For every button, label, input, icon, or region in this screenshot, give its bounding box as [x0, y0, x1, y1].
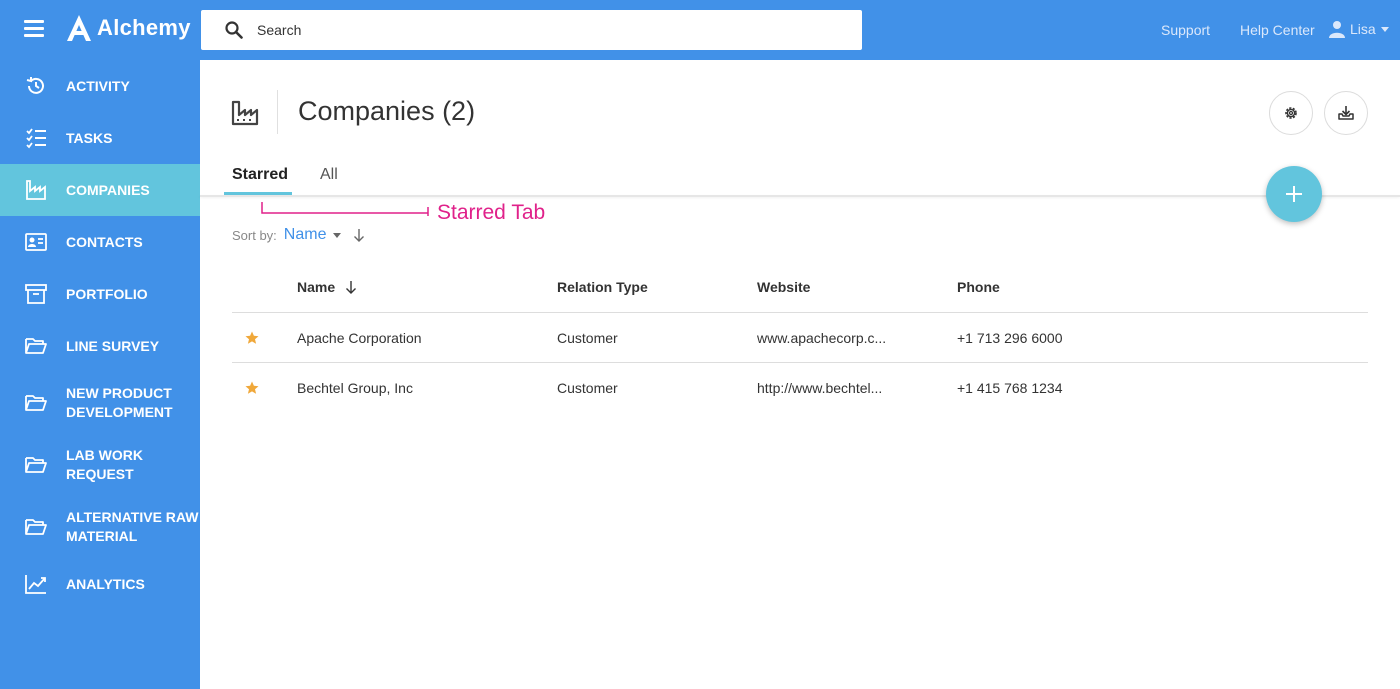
main-content: Companies (2) Starred All Starred Tab So… — [200, 60, 1400, 689]
header-divider — [277, 90, 278, 134]
tab-all[interactable]: All — [320, 166, 338, 184]
user-icon — [1329, 21, 1345, 38]
line-chart-icon — [25, 575, 46, 594]
sort-arrow-down-icon[interactable] — [344, 280, 358, 294]
alchemy-logo-icon — [67, 15, 91, 41]
sidebar-item-label: TASKS — [66, 130, 113, 146]
checklist-icon — [26, 128, 46, 149]
search-bar[interactable] — [201, 10, 862, 50]
contact-card-icon — [25, 233, 47, 251]
folder-open-icon — [25, 457, 47, 473]
download-icon — [1338, 106, 1354, 120]
website[interactable]: www.apachecorp.c... — [757, 330, 886, 346]
gear-icon — [1285, 107, 1297, 119]
sidebar: ACTIVITY TASKS COMPANIES CONTACTS PORTFO… — [0, 60, 200, 689]
sort-direction-arrow-icon[interactable] — [352, 228, 366, 242]
sidebar-item-label: LINE SURVEY — [66, 338, 160, 354]
sidebar-item-lab-work-request[interactable]: LAB WORK REQUEST — [0, 434, 200, 496]
chevron-down-icon — [1380, 26, 1389, 32]
factory-icon — [231, 100, 259, 126]
sidebar-item-label: ANALYTICS — [66, 576, 145, 592]
website[interactable]: http://www.bechtel... — [757, 380, 882, 396]
sidebar-item-label: LAB WORK REQUEST — [66, 447, 143, 482]
annotation-bracket — [261, 202, 429, 216]
settings-button[interactable] — [1269, 91, 1313, 135]
sidebar-item-label: NEW PRODUCT DEVELOPMENT — [66, 385, 173, 420]
relation-type: Customer — [557, 380, 618, 396]
help-center-link[interactable]: Help Center — [1240, 22, 1315, 38]
star-icon[interactable] — [245, 381, 259, 395]
table-row[interactable]: Apache Corporation Customer www.apacheco… — [232, 313, 1368, 362]
column-header-website[interactable]: Website — [757, 279, 810, 295]
tab-starred[interactable]: Starred — [232, 166, 288, 184]
phone: +1 415 768 1234 — [957, 380, 1063, 396]
company-name[interactable]: Apache Corporation — [297, 330, 422, 346]
sidebar-item-portfolio[interactable]: PORTFOLIO — [0, 268, 200, 320]
factory-icon — [26, 180, 46, 200]
sidebar-item-activity[interactable]: ACTIVITY — [0, 60, 200, 112]
app-logo[interactable]: Alchemy — [66, 14, 191, 42]
table-row[interactable]: Bechtel Group, Inc Customer http://www.b… — [232, 363, 1368, 412]
folder-open-icon — [25, 519, 47, 535]
sidebar-item-alternative-raw-material[interactable]: ALTERNATIVE RAW MATERIAL — [0, 496, 200, 558]
sidebar-item-label: CONTACTS — [66, 234, 143, 250]
sidebar-item-label: ALTERNATIVE RAW MATERIAL — [66, 509, 199, 544]
sidebar-item-companies[interactable]: COMPANIES — [0, 164, 200, 216]
menu-icon[interactable] — [24, 20, 44, 38]
folder-open-icon — [25, 338, 47, 354]
sidebar-item-label: ACTIVITY — [66, 78, 130, 94]
page-title: Companies (2) — [298, 96, 476, 126]
add-company-button[interactable] — [1266, 166, 1322, 222]
sort-field-dropdown[interactable]: Name — [284, 226, 327, 244]
sidebar-item-line-survey[interactable]: LINE SURVEY — [0, 320, 200, 372]
sidebar-item-label: PORTFOLIO — [66, 286, 148, 302]
sidebar-item-tasks[interactable]: TASKS — [0, 112, 200, 164]
sidebar-item-analytics[interactable]: ANALYTICS — [0, 558, 200, 610]
search-input[interactable] — [257, 22, 817, 38]
folder-open-icon — [25, 395, 47, 411]
relation-type: Customer — [557, 330, 618, 346]
sort-label: Sort by: — [232, 227, 277, 243]
search-icon — [225, 21, 243, 39]
support-link[interactable]: Support — [1161, 22, 1210, 38]
app-title: Alchemy — [97, 15, 191, 40]
tabs-divider — [200, 195, 1400, 197]
annotation-label: Starred Tab — [437, 201, 546, 224]
plus-icon — [1286, 186, 1302, 202]
sort-control: Sort by: Name — [232, 226, 366, 244]
column-header-phone[interactable]: Phone — [957, 279, 1000, 295]
chevron-down-icon[interactable] — [333, 232, 342, 238]
history-icon — [26, 77, 44, 94]
star-icon[interactable] — [245, 331, 259, 345]
top-bar: Alchemy Support Help Center Lisa — [0, 0, 1400, 60]
user-menu[interactable]: Lisa — [1328, 20, 1389, 38]
archive-box-icon — [25, 284, 47, 304]
column-header-relation-type[interactable]: Relation Type — [557, 279, 648, 295]
sidebar-item-contacts[interactable]: CONTACTS — [0, 216, 200, 268]
company-name[interactable]: Bechtel Group, Inc — [297, 380, 413, 396]
download-button[interactable] — [1324, 91, 1368, 135]
phone: +1 713 296 6000 — [957, 330, 1063, 346]
sidebar-item-new-product-development[interactable]: NEW PRODUCT DEVELOPMENT — [0, 372, 200, 434]
user-name: Lisa — [1350, 21, 1376, 37]
column-header-name[interactable]: Name — [297, 279, 335, 295]
sidebar-item-label: COMPANIES — [66, 182, 150, 198]
